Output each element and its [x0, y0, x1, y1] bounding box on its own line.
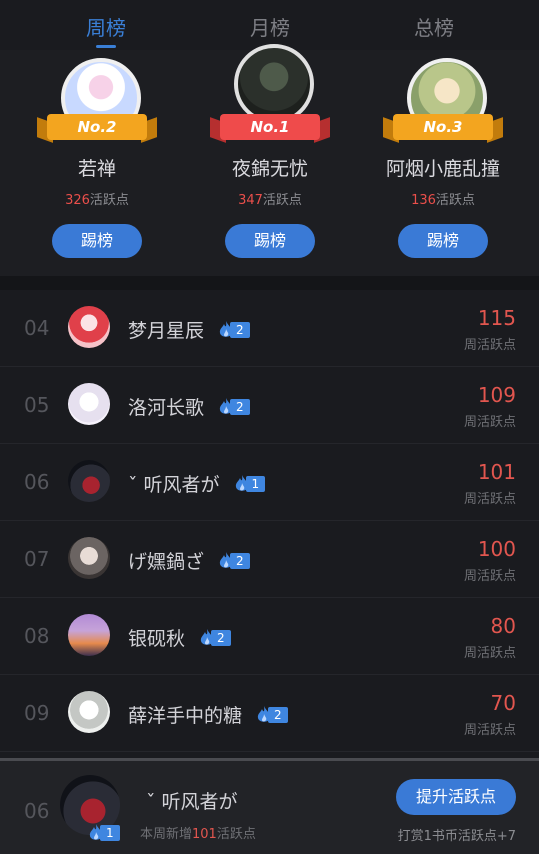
- list-item[interactable]: 07 げ嫼鍋ざ 2 100 周活跃点: [0, 521, 539, 598]
- kick-button[interactable]: 踢榜: [398, 224, 488, 258]
- avatar[interactable]: [68, 306, 110, 348]
- rank-number: 06: [24, 470, 50, 494]
- weekly-score: 109 周活跃点: [463, 383, 516, 430]
- level-badge: 1: [88, 823, 120, 843]
- list-item[interactable]: 04 梦月星辰 2 115 周活跃点: [0, 290, 539, 367]
- rank-number: 07: [24, 547, 50, 571]
- user-name: 洛河长歌: [128, 397, 205, 419]
- rank-tabs: 周榜 月榜 总榜: [0, 0, 539, 50]
- podium-name: 阿烟小鹿乱撞: [385, 158, 500, 180]
- podium-name: 夜錦无忧: [231, 158, 308, 180]
- rank-badge: No.3: [393, 114, 493, 140]
- active-tab-indicator: [96, 45, 116, 48]
- rank-number: 09: [24, 701, 50, 725]
- list-item[interactable]: 09 薛洋手中的糖 2 70 周活跃点: [0, 675, 539, 752]
- weekly-score: 80 周活跃点: [463, 614, 516, 661]
- flame-icon: [234, 474, 250, 494]
- section-divider: [0, 276, 539, 290]
- user-name: ˇ 听风者が: [128, 474, 220, 496]
- podium-third: No.3 阿烟小鹿乱撞 136活跃点 踢榜: [353, 58, 533, 258]
- rank-badge: No.2: [47, 114, 147, 140]
- rank-ribbon: No.2: [37, 114, 157, 143]
- level-badge: 1: [234, 474, 266, 494]
- weekly-score: 101 周活跃点: [463, 460, 516, 507]
- rank-number: 08: [24, 624, 50, 648]
- rank-number: 04: [24, 316, 50, 340]
- flame-icon: [256, 705, 272, 725]
- flame-icon: [88, 823, 104, 843]
- podium: No.2 若禅 326活跃点 踢榜 No.1 夜錦无忧 347活跃点 踢榜 No…: [0, 44, 539, 276]
- ranking-list: 04 梦月星辰 2 115 周活跃点 05 洛河长歌 2 109 周活跃点 06…: [0, 290, 539, 752]
- avatar[interactable]: [68, 691, 110, 733]
- avatar[interactable]: [68, 383, 110, 425]
- level-badge: 2: [218, 320, 250, 340]
- my-weekly-gain: 本周新增101活跃点: [140, 827, 256, 842]
- user-name: げ嫼鍋ざ: [128, 551, 205, 573]
- tab-monthly[interactable]: 月榜: [225, 12, 315, 41]
- avatar[interactable]: [68, 537, 110, 579]
- flame-icon: [218, 397, 234, 417]
- level-badge: 2: [199, 628, 231, 648]
- level-badge: 2: [256, 705, 288, 725]
- podium-score: 347活跃点: [238, 193, 302, 208]
- my-rank-bar: 06 1 ˇ 听风者が 本周新增101活跃点 提升活跃点 打赏1书币活跃点+7: [0, 758, 539, 854]
- rank-number: 05: [24, 393, 50, 417]
- podium-first: No.1 夜錦无忧 347活跃点 踢榜: [180, 44, 360, 258]
- user-name: 银砚秋: [128, 628, 186, 650]
- rank-ribbon: No.1: [210, 114, 330, 143]
- flame-icon: [218, 320, 234, 340]
- boost-activity-button[interactable]: 提升活跃点: [396, 779, 516, 815]
- user-name: 薛洋手中的糖: [128, 705, 243, 727]
- avatar[interactable]: [68, 460, 110, 502]
- tab-weekly[interactable]: 周榜: [61, 12, 151, 41]
- avatar[interactable]: [68, 614, 110, 656]
- flame-icon: [199, 628, 215, 648]
- reward-hint: 打赏1书币活跃点+7: [397, 829, 516, 844]
- list-item[interactable]: 08 银砚秋 2 80 周活跃点: [0, 598, 539, 675]
- level-badge: 2: [218, 397, 250, 417]
- avatar[interactable]: [234, 44, 314, 124]
- weekly-score: 115 周活跃点: [463, 306, 516, 353]
- kick-button[interactable]: 踢榜: [225, 224, 315, 258]
- list-item[interactable]: 06 ˇ 听风者が 1 101 周活跃点: [0, 444, 539, 521]
- podium-second: No.2 若禅 326活跃点 踢榜: [7, 58, 187, 258]
- weekly-score: 70 周活跃点: [463, 691, 516, 738]
- podium-score: 326活跃点: [65, 193, 129, 208]
- weekly-score: 100 周活跃点: [463, 537, 516, 584]
- podium-score: 136活跃点: [411, 193, 475, 208]
- kick-button[interactable]: 踢榜: [52, 224, 142, 258]
- my-name: ˇ 听风者が: [146, 791, 238, 813]
- rank-ribbon: No.3: [383, 114, 503, 143]
- rank-badge: No.1: [220, 114, 320, 140]
- podium-name: 若禅: [77, 158, 116, 180]
- user-name: 梦月星辰: [128, 320, 205, 342]
- tab-total[interactable]: 总榜: [389, 12, 479, 41]
- level-badge: 2: [218, 551, 250, 571]
- my-rank-number: 06: [24, 799, 50, 823]
- flame-icon: [218, 551, 234, 571]
- list-item[interactable]: 05 洛河长歌 2 109 周活跃点: [0, 367, 539, 444]
